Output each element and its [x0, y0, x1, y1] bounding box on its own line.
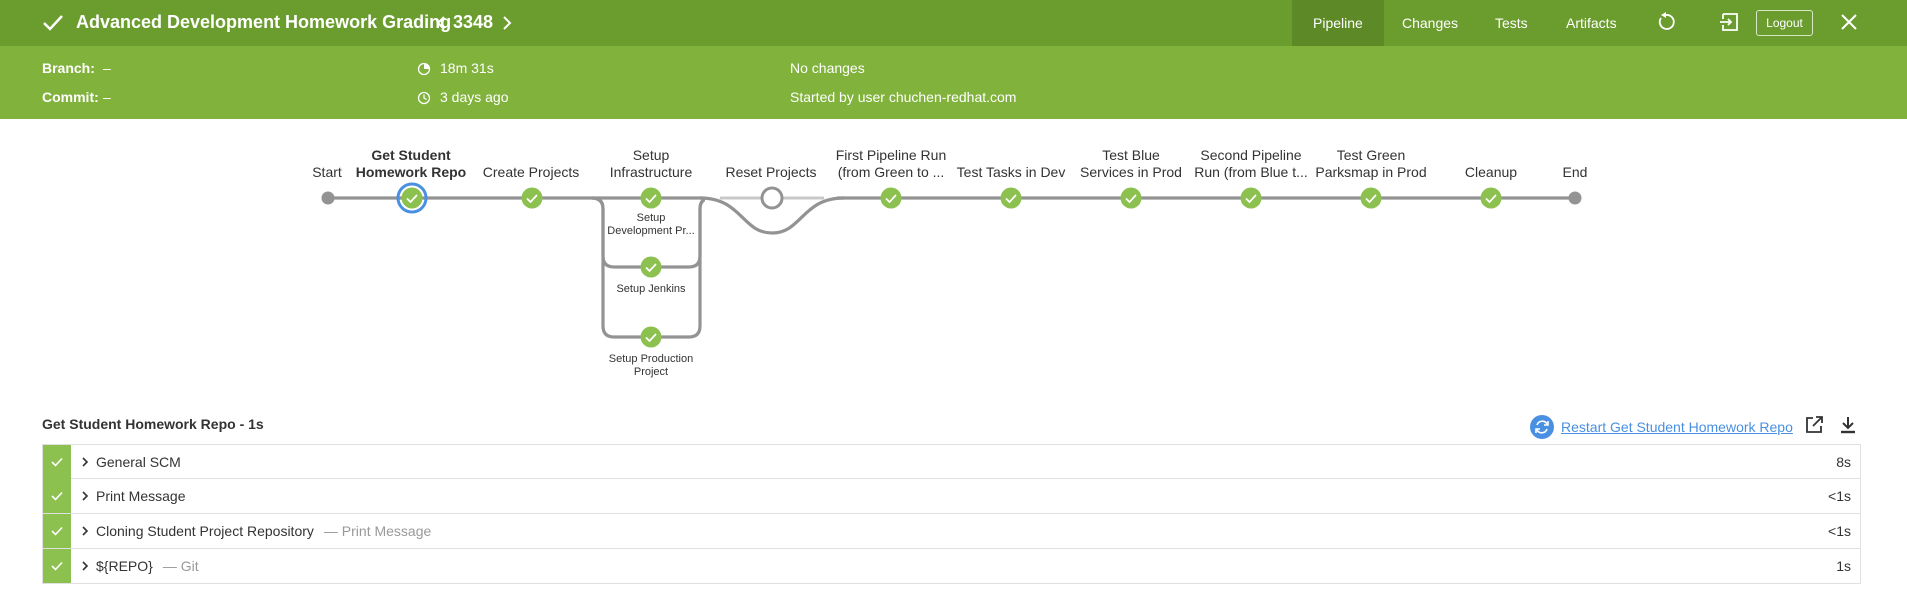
stage-label-start: Start [312, 164, 342, 180]
step-row-print-message[interactable]: Print Message <1s [42, 479, 1861, 514]
start-node [321, 191, 335, 205]
restart-stage-button[interactable]: Restart Get Student Homework Repo [1530, 415, 1793, 439]
step-name: ${REPO} [96, 558, 153, 574]
step-duration: 1s [1836, 558, 1851, 574]
step-status-success [43, 514, 71, 548]
stage-node-setup-development[interactable] [640, 187, 662, 209]
stage-node-second-pipeline-run[interactable] [1240, 187, 1262, 209]
step-name: Cloning Student Project Repository [96, 523, 314, 539]
stage-label-get-student-homework-repo[interactable]: Get Student Homework Repo [355, 147, 467, 181]
expand-chevron-icon[interactable] [81, 525, 89, 537]
step-row-cloning-student-project[interactable]: Cloning Student Project Repository — Pri… [42, 514, 1861, 549]
steps-list: General SCM 8s Print Message <1s Cloning… [42, 444, 1861, 584]
check-icon [51, 457, 63, 467]
step-row-repo-git[interactable]: ${REPO} — Git 1s [42, 549, 1861, 584]
step-description: — Print Message [323, 523, 432, 539]
pipeline-graph [321, 182, 1582, 348]
check-icon [51, 491, 63, 501]
stage-node-reset-projects[interactable] [760, 186, 784, 210]
stage-node-setup-jenkins[interactable] [640, 256, 662, 278]
branch-label-setup-development[interactable]: Setup Development Pr... [604, 212, 699, 238]
stage-nodes[interactable] [401, 186, 1502, 348]
step-name: General SCM [96, 453, 181, 470]
step-duration: <1s [1828, 523, 1851, 539]
stage-detail-title: Get Student Homework Repo - 1s [42, 416, 264, 432]
check-icon [51, 561, 63, 571]
step-row-general-scm[interactable]: General SCM 8s [42, 444, 1861, 479]
stage-node-setup-production[interactable] [640, 326, 662, 348]
step-duration: 8s [1836, 453, 1851, 470]
open-external-icon[interactable] [1804, 415, 1824, 435]
step-status-success [43, 549, 71, 583]
step-status-success [43, 479, 71, 513]
end-node [1568, 191, 1582, 205]
stage-label-setup-infrastructure[interactable]: Setup Infrastructure [606, 147, 696, 181]
stage-node-create-projects[interactable] [521, 187, 543, 209]
download-icon[interactable] [1838, 415, 1858, 435]
stage-label-end: End [1562, 164, 1588, 180]
step-duration: <1s [1828, 488, 1851, 504]
stage-node-first-pipeline-run[interactable] [880, 187, 902, 209]
restart-icon [1530, 415, 1554, 439]
stage-node-test-blue-services[interactable] [1120, 187, 1142, 209]
stage-label-create-projects[interactable]: Create Projects [483, 164, 579, 181]
step-name: Print Message [96, 488, 186, 504]
branch-label-setup-production[interactable]: Setup Production Project [601, 353, 701, 379]
stage-label-reset-projects[interactable]: Reset Projects [725, 164, 816, 181]
check-icon [51, 526, 63, 536]
stage-node-test-tasks-in-dev[interactable] [1000, 187, 1022, 209]
stage-label-test-green-parksmap[interactable]: Test Green Parksmap in Prod [1314, 147, 1428, 181]
stage-node-cleanup[interactable] [1480, 187, 1502, 209]
stage-label-first-pipeline-run[interactable]: First Pipeline Run (from Green to ... [834, 147, 948, 181]
stage-node-get-student-homework-repo[interactable] [401, 187, 423, 209]
expand-chevron-icon[interactable] [81, 456, 89, 468]
step-status-success [43, 444, 71, 479]
expand-chevron-icon[interactable] [81, 560, 89, 572]
stage-label-second-pipeline-run[interactable]: Second Pipeline Run (from Blue t... [1194, 147, 1308, 181]
stage-label-test-tasks-in-dev[interactable]: Test Tasks in Dev [957, 164, 1066, 181]
expand-chevron-icon[interactable] [81, 490, 89, 502]
stage-label-test-blue-services[interactable]: Test Blue Services in Prod [1074, 147, 1188, 181]
restart-stage-link[interactable]: Restart Get Student Homework Repo [1561, 419, 1793, 435]
stage-label-cleanup[interactable]: Cleanup [1465, 164, 1517, 181]
step-description: — Git [162, 558, 199, 574]
stage-node-test-green-parksmap[interactable] [1360, 187, 1382, 209]
branch-label-setup-jenkins[interactable]: Setup Jenkins [616, 283, 685, 296]
